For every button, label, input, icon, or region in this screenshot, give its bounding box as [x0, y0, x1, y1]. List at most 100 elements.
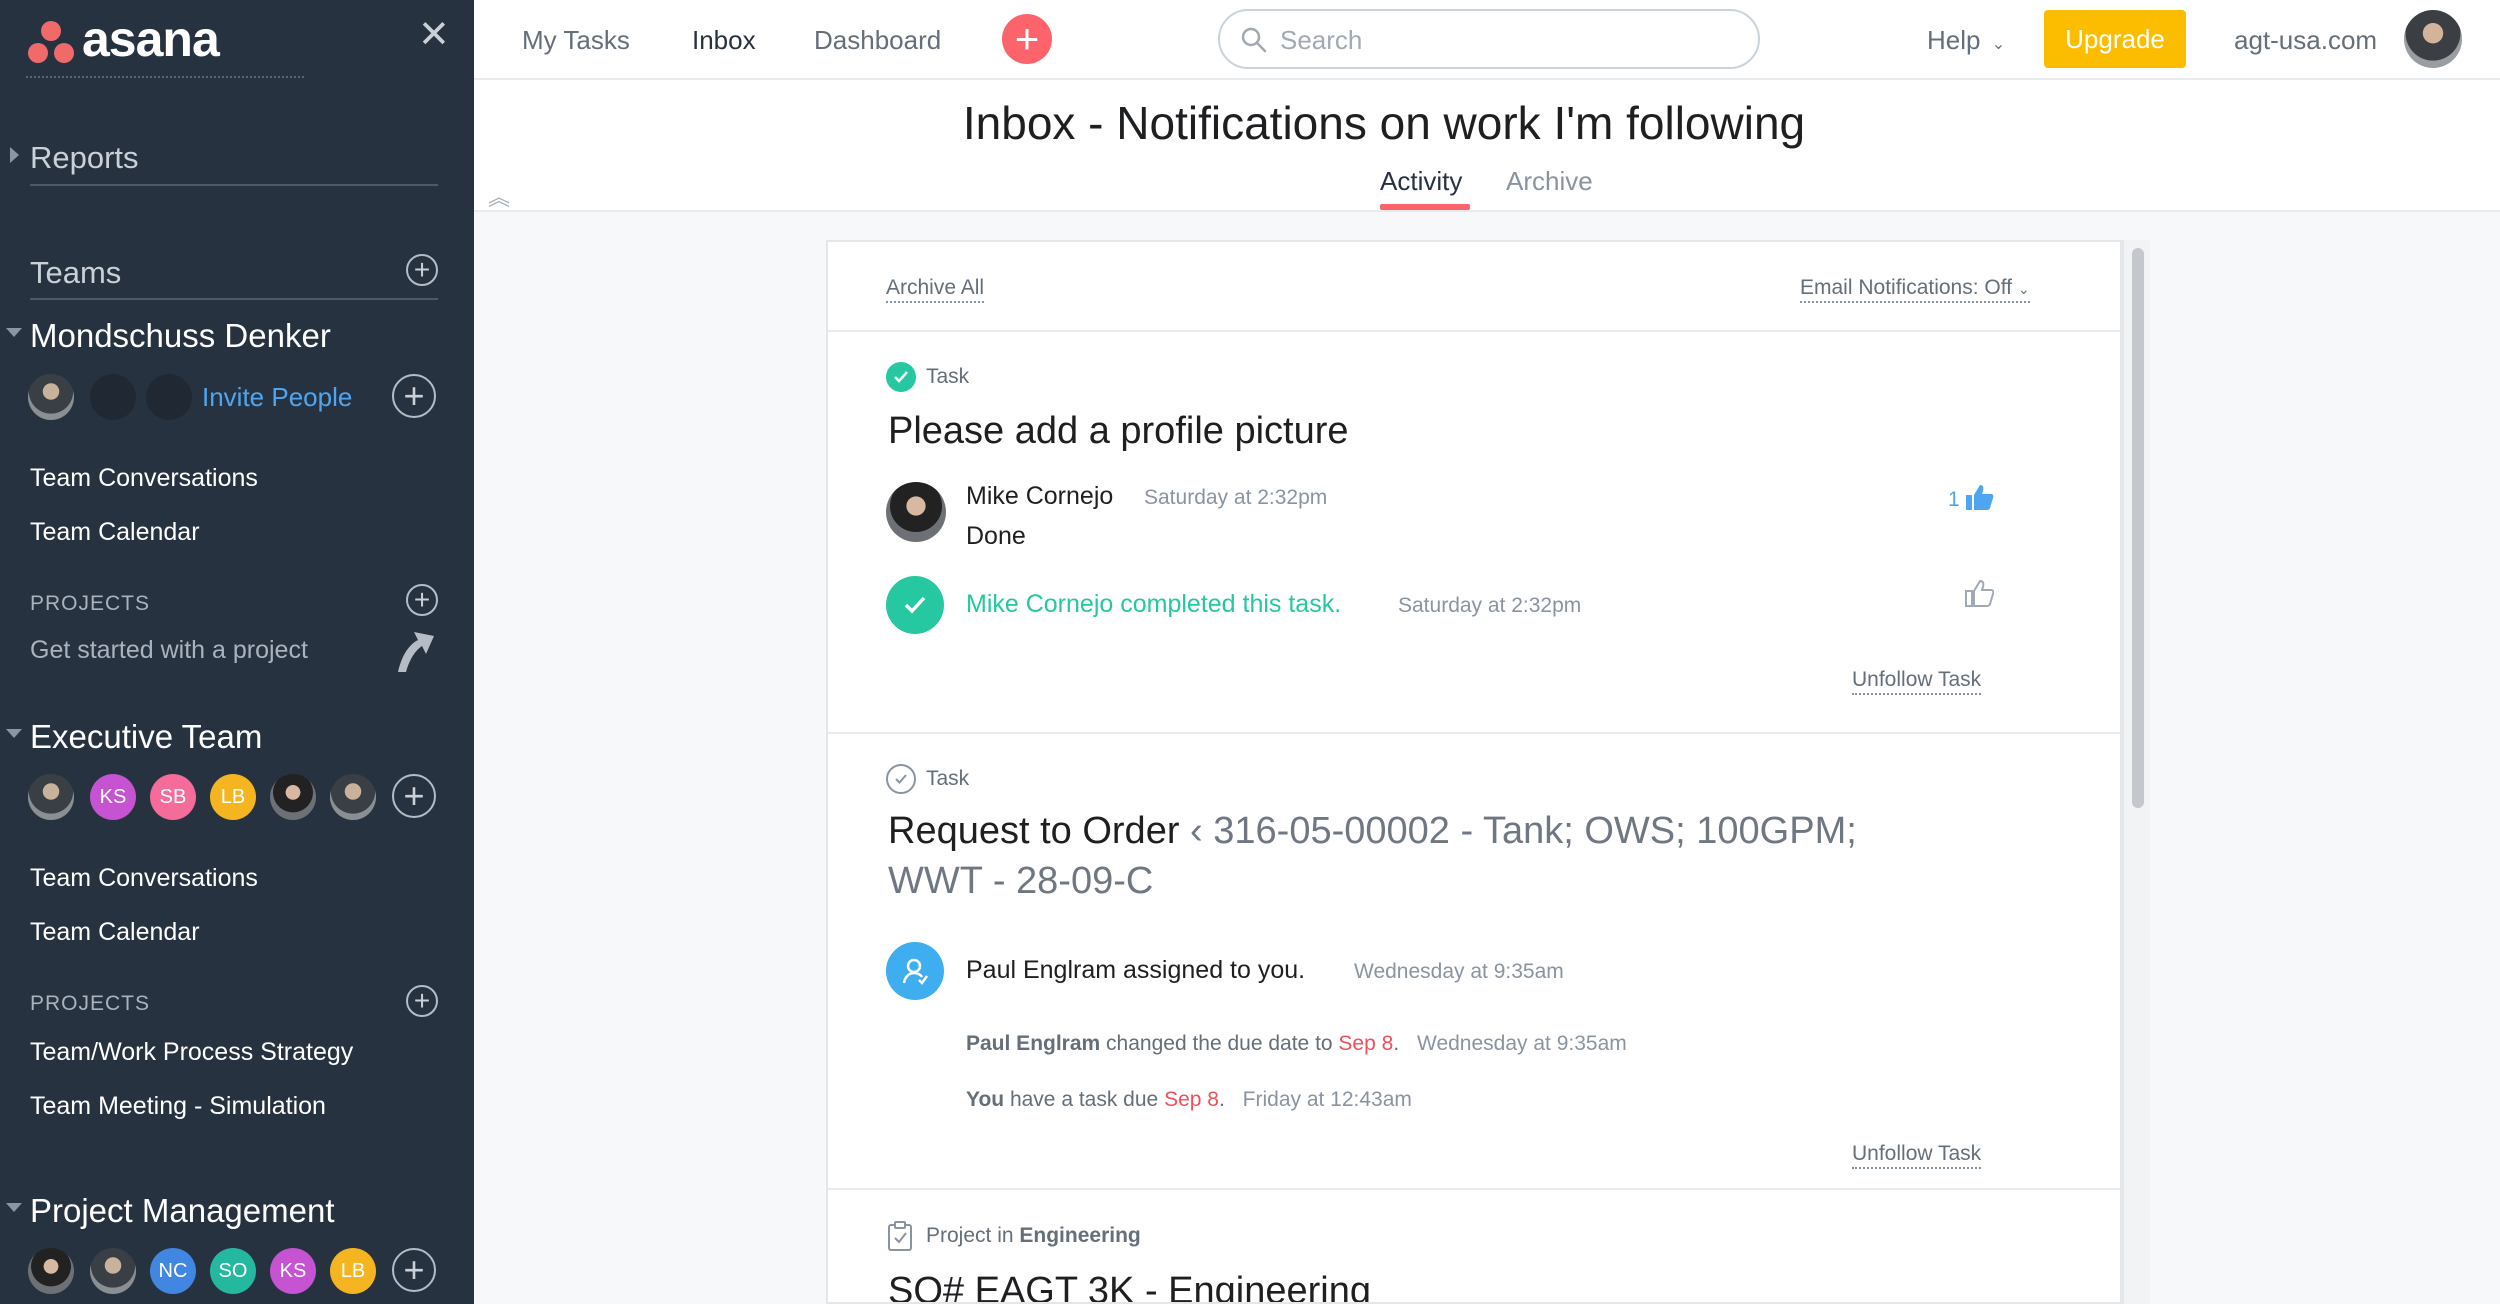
- workspace-domain[interactable]: agt-usa.com: [2234, 25, 2377, 56]
- sidebar-reports[interactable]: Reports: [30, 140, 139, 176]
- sidebar-item-project[interactable]: Team Meeting - Simulation: [30, 1092, 326, 1121]
- divider: [30, 298, 438, 300]
- story-type: Task: [926, 365, 970, 388]
- story-type-prefix: Project in: [926, 1224, 1014, 1247]
- task-title[interactable]: Please add a profile picture: [888, 406, 1349, 456]
- upgrade-button[interactable]: Upgrade: [2044, 10, 2186, 68]
- caret-down-icon[interactable]: [6, 1203, 22, 1212]
- inbox-story[interactable]: Project in Engineering SO# EAGT 3K - Eng…: [828, 1190, 2120, 1302]
- asana-logo[interactable]: asana: [26, 14, 220, 64]
- comment-author[interactable]: Mike Cornejo: [966, 482, 1113, 511]
- add-member-icon[interactable]: +: [392, 774, 436, 818]
- sidebar-item-team-calendar[interactable]: Team Calendar: [30, 918, 200, 947]
- task-title[interactable]: Request to Order ‹ 316-05-00002 - Tank; …: [888, 806, 2028, 906]
- inbox-story[interactable]: Task Request to Order ‹ 316-05-00002 - T…: [828, 734, 2120, 1190]
- avatar[interactable]: NC: [150, 1248, 196, 1294]
- add-project-icon[interactable]: +: [406, 584, 438, 616]
- nav-my-tasks[interactable]: My Tasks: [522, 25, 630, 56]
- scrollbar-thumb[interactable]: [2132, 248, 2144, 808]
- tab-activity[interactable]: Activity: [1380, 166, 1462, 197]
- nav-dashboard[interactable]: Dashboard: [814, 25, 941, 56]
- project-clipboard-icon: [888, 1221, 912, 1251]
- avatar[interactable]: SO: [210, 1248, 256, 1294]
- search-input[interactable]: [1280, 23, 1740, 57]
- add-team-icon[interactable]: +: [406, 254, 438, 286]
- sidebar-teams-heading: Teams: [30, 255, 122, 290]
- get-started-project-link[interactable]: Get started with a project: [30, 636, 308, 665]
- task-complete-icon: [886, 362, 916, 392]
- assigned-text: Paul Englram assigned to you.: [966, 956, 1306, 984]
- inbox-story[interactable]: Task Please add a profile picture Mike C…: [828, 332, 2120, 734]
- tab-archive[interactable]: Archive: [1506, 166, 1593, 197]
- like-count: 1: [1948, 488, 1960, 511]
- actor-name[interactable]: Paul Englram: [966, 1032, 1100, 1055]
- avatar[interactable]: [270, 774, 316, 820]
- page-title: Inbox - Notifications on work I'm follow…: [962, 97, 1806, 149]
- caret-down-icon[interactable]: [6, 729, 22, 738]
- task-due-entry: You have a task due Sep 8. Friday at 12:…: [966, 1088, 1412, 1112]
- task-incomplete-icon: [886, 764, 916, 794]
- chevron-down-icon: ⌄: [1991, 36, 2006, 53]
- avatar[interactable]: [90, 1248, 136, 1294]
- due-date: Sep 8: [1338, 1032, 1394, 1055]
- avatar[interactable]: KS: [90, 774, 136, 820]
- like-button[interactable]: 1: [1948, 482, 1994, 512]
- user-avatar[interactable]: [2404, 10, 2462, 68]
- team-name[interactable]: Project Management: [30, 1192, 335, 1230]
- due-date-change-entry: Paul Englram changed the due date to Sep…: [966, 1032, 1627, 1056]
- team-name[interactable]: Executive Team: [30, 718, 262, 756]
- add-member-icon[interactable]: +: [392, 374, 436, 418]
- caret-down-icon[interactable]: [6, 328, 22, 337]
- invite-people-link[interactable]: Invite People: [202, 382, 352, 413]
- task-title[interactable]: SO# EAGT 3K - Engineering: [888, 1266, 1371, 1302]
- comment-timestamp: Saturday at 2:32pm: [1144, 486, 1328, 509]
- avatar[interactable]: [28, 1248, 74, 1294]
- project-name[interactable]: Engineering: [1019, 1224, 1140, 1247]
- thumbs-up-icon[interactable]: [1964, 578, 1994, 608]
- avatar[interactable]: KS: [270, 1248, 316, 1294]
- sidebar-item-team-conversations[interactable]: Team Conversations: [30, 864, 258, 893]
- parent-separator: ‹: [1190, 810, 1203, 852]
- add-member-icon[interactable]: +: [392, 1248, 436, 1292]
- close-sidebar-icon[interactable]: ✕: [418, 16, 450, 54]
- chevron-down-icon: ⌄: [2017, 281, 2030, 297]
- task-name[interactable]: Request to Order: [888, 810, 1179, 852]
- sidebar: asana ✕ Reports Teams + Mondschuss Denke…: [0, 0, 474, 1304]
- entry-timestamp: Friday at 12:43am: [1242, 1088, 1412, 1111]
- thumbs-up-filled-icon: [1965, 485, 1994, 510]
- logo-divider: [26, 76, 304, 78]
- nav-inbox[interactable]: Inbox: [692, 25, 756, 56]
- avatar-placeholder: [90, 374, 136, 420]
- search-box[interactable]: [1218, 9, 1760, 69]
- collapse-header-icon[interactable]: ︽: [488, 180, 510, 212]
- team-name[interactable]: Mondschuss Denker: [30, 317, 331, 355]
- avatar[interactable]: [28, 774, 74, 820]
- avatar[interactable]: SB: [150, 774, 196, 820]
- inbox-header: ︽ Inbox - Notifications on work I'm foll…: [474, 80, 2500, 212]
- unfollow-task-link[interactable]: Unfollow Task: [1852, 1142, 1982, 1169]
- sidebar-item-project[interactable]: Team/Work Process Strategy: [30, 1038, 353, 1067]
- sidebar-item-team-calendar[interactable]: Team Calendar: [30, 518, 200, 547]
- story-type: Task: [926, 767, 970, 790]
- email-notifications-dropdown[interactable]: Email Notifications: Off ⌄: [1800, 276, 2030, 303]
- entry-text: changed the due date to: [1106, 1032, 1333, 1055]
- actor-name: You: [966, 1088, 1005, 1111]
- avatar[interactable]: LB: [330, 1248, 376, 1294]
- help-menu[interactable]: Help ⌄: [1927, 25, 2005, 56]
- sidebar-item-team-conversations[interactable]: Team Conversations: [30, 464, 258, 493]
- unfollow-task-link[interactable]: Unfollow Task: [1852, 668, 1982, 695]
- quick-add-button[interactable]: +: [1002, 14, 1052, 64]
- caret-right-icon[interactable]: [10, 147, 19, 163]
- avatar[interactable]: [28, 374, 74, 420]
- avatar[interactable]: LB: [210, 774, 256, 820]
- add-project-icon[interactable]: +: [406, 985, 438, 1017]
- story-type: Project in Engineering: [926, 1224, 1141, 1248]
- feed-toolbar: Archive All Email Notifications: Off ⌄: [828, 242, 2120, 332]
- projects-label: PROJECTS: [30, 992, 151, 1015]
- parent-task-continued[interactable]: WWT - 28-09-C: [888, 860, 1153, 902]
- feed-scrollbar[interactable]: [2122, 240, 2150, 1304]
- avatar[interactable]: [330, 774, 376, 820]
- archive-all-link[interactable]: Archive All: [886, 276, 985, 303]
- avatar[interactable]: [886, 482, 946, 542]
- parent-task[interactable]: 316-05-00002 - Tank; OWS; 100GPM;: [1213, 810, 1857, 852]
